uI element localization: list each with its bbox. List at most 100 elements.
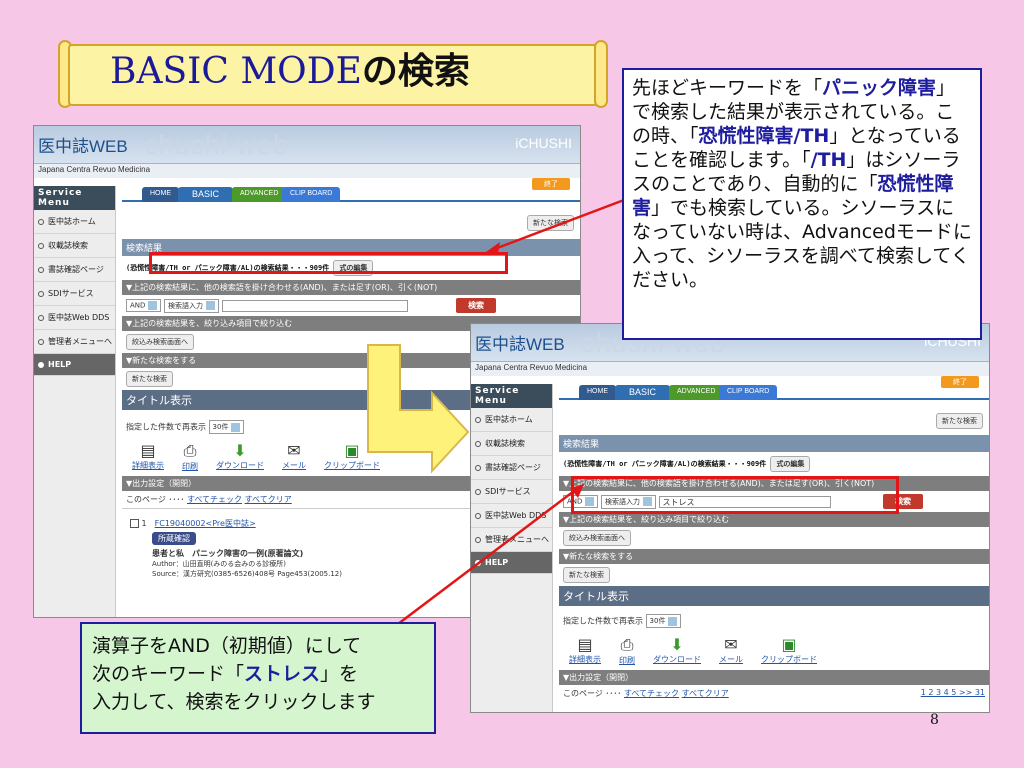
callout-explanation: 先ほどキーワードを「パニック障害」で検索した結果が表示されている。この時、「恐慌… xyxy=(622,68,982,340)
record-checkbox[interactable] xyxy=(130,519,139,528)
tab-home[interactable]: HOME xyxy=(579,385,616,400)
new-search-button[interactable]: 新たな検索 xyxy=(527,215,574,231)
tab-basic[interactable]: BASIC xyxy=(178,187,234,202)
bullet-icon xyxy=(38,361,44,368)
instruction-line-2: 次のキーワード「ストレス」を xyxy=(92,663,359,685)
instruction-line-1: 演算子をAND（初期値）にして xyxy=(92,635,362,657)
new-search-bar[interactable]: ▼新たな検索をする xyxy=(559,549,989,564)
tab-advanced[interactable]: ADVANCED xyxy=(232,187,287,202)
scroll-roll-right xyxy=(594,40,608,108)
tab-basic[interactable]: BASIC xyxy=(615,385,671,400)
main-content: HOME BASIC ADVANCED CLIP BOARD 終了 新たな検索 … xyxy=(559,376,989,712)
print-button[interactable]: ⎙ 印刷 xyxy=(619,635,635,666)
bullet-icon xyxy=(475,464,481,471)
tab-advanced[interactable]: ADVANCED xyxy=(669,385,724,400)
tab-clipboard[interactable]: CLIP BOARD xyxy=(282,187,341,202)
operator-select[interactable]: AND xyxy=(126,299,162,312)
site-subtitle: Japana Centra Revuo Medicina xyxy=(471,362,989,376)
bullet-icon xyxy=(475,416,481,423)
menu-item-admin[interactable]: 管理者メニューへ xyxy=(471,528,552,552)
record-id-link[interactable]: FC19040002<Pre医中誌> xyxy=(155,519,256,528)
service-menu-heading: Service Menu xyxy=(34,186,115,210)
holding-check-button[interactable]: 所蔵確認 xyxy=(152,532,196,545)
mode-tabs: HOME BASIC ADVANCED CLIP BOARD 終了 xyxy=(559,376,989,400)
printer-icon: ⎙ xyxy=(183,441,197,460)
bullet-icon xyxy=(475,512,481,519)
redisplay-row: 指定した件数で再表示 30件 xyxy=(559,606,989,631)
page-actions: このページ ････ すべてチェック すべてクリア 1 2 3 4 5 >> 3… xyxy=(563,688,985,698)
brand-logo: iCHUSHI xyxy=(515,135,572,151)
callout-instruction: 演算子をAND（初期値）にして 次のキーワード「ストレス」を 入力して、検索をク… xyxy=(80,622,436,734)
end-button[interactable]: 終了 xyxy=(941,376,979,388)
chevron-down-icon xyxy=(205,301,215,310)
detail-view-button[interactable]: ▤ 詳細表示 xyxy=(569,635,601,666)
menu-item-admin[interactable]: 管理者メニューへ xyxy=(34,330,115,354)
download-button[interactable]: ⬇ ダウンロード xyxy=(653,635,701,666)
field-select[interactable]: 検索語入力 xyxy=(163,298,219,313)
document-icon: ▤ xyxy=(140,441,156,460)
menu-item-dds[interactable]: 医中誌Web DDS xyxy=(471,504,552,528)
menu-item-sdi[interactable]: SDIサービス xyxy=(471,480,552,504)
bullet-icon xyxy=(38,266,44,273)
site-logo[interactable]: 医中誌WEB xyxy=(38,132,128,157)
count-select[interactable]: 30件 xyxy=(645,614,682,628)
mail-button[interactable]: ✉ メール xyxy=(719,635,743,666)
print-button[interactable]: ⎙ 印刷 xyxy=(182,441,198,472)
menu-item-bibliography[interactable]: 書誌確認ページ xyxy=(34,258,115,282)
menu-item-bibliography[interactable]: 書誌確認ページ xyxy=(471,456,552,480)
menu-item-home[interactable]: 医中誌ホーム xyxy=(34,210,115,234)
new-search-button-2[interactable]: 新たな検索 xyxy=(126,371,173,387)
results-bar: 検索結果 xyxy=(559,435,989,452)
download-icon: ⬇ xyxy=(233,441,247,460)
detail-view-button[interactable]: ▤ 詳細表示 xyxy=(132,441,164,472)
combine-bar[interactable]: ▼上記の検索結果に、他の検索語を掛け合わせる(AND)、または足す(OR)、引く… xyxy=(122,280,580,295)
check-all-link[interactable]: すべてチェック xyxy=(187,495,242,504)
narrow-bar[interactable]: ▼上記の検索結果を、絞り込み項目で絞り込む xyxy=(559,512,989,527)
new-search-button-2[interactable]: 新たな検索 xyxy=(563,567,610,583)
narrow-search-button[interactable]: 絞込み検索画面へ xyxy=(126,334,194,350)
site-header: 医中誌WEB chushi web iCHUSHI xyxy=(34,126,580,164)
document-icon: ▤ xyxy=(577,635,593,654)
clipboard-button[interactable]: ▣ クリップボード xyxy=(761,635,817,666)
menu-item-help[interactable]: HELP xyxy=(34,354,115,376)
clear-all-link[interactable]: すべてクリア xyxy=(682,689,729,698)
service-menu-heading: Service Menu xyxy=(471,384,552,408)
check-all-link[interactable]: すべてチェック xyxy=(624,689,679,698)
narrow-search-button[interactable]: 絞込み検索画面へ xyxy=(563,530,631,546)
site-subtitle: Japana Centra Revuo Medicina xyxy=(34,164,580,178)
bullet-icon xyxy=(38,290,44,297)
site-logo[interactable]: 医中誌WEB xyxy=(475,330,565,355)
keyword-panic: パニック障害 xyxy=(822,77,937,99)
clear-all-link[interactable]: すべてクリア xyxy=(245,495,292,504)
tab-clipboard[interactable]: CLIP BOARD xyxy=(719,385,778,400)
instruction-line-3: 入力して、検索をクリックします xyxy=(92,691,376,713)
download-icon: ⬇ xyxy=(670,635,684,654)
new-search-button[interactable]: 新たな検索 xyxy=(936,413,983,429)
clipboard-icon: ▣ xyxy=(344,441,360,460)
edit-formula-button[interactable]: 式の編集 xyxy=(770,456,811,472)
menu-item-dds[interactable]: 医中誌Web DDS xyxy=(34,306,115,330)
title-latin: BASIC MODE xyxy=(110,51,362,92)
menu-item-sdi[interactable]: SDIサービス xyxy=(34,282,115,306)
count-select[interactable]: 30件 xyxy=(208,420,245,434)
menu-item-journals[interactable]: 収載誌検索 xyxy=(34,234,115,258)
pagination-links[interactable]: 1 2 3 4 5 >> 31 xyxy=(921,688,985,697)
menu-item-home[interactable]: 医中誌ホーム xyxy=(471,408,552,432)
bullet-icon xyxy=(475,536,481,543)
chevron-down-icon xyxy=(231,422,241,432)
menu-item-journals[interactable]: 収載誌検索 xyxy=(471,432,552,456)
menu-item-help[interactable]: HELP xyxy=(471,552,552,574)
download-button[interactable]: ⬇ ダウンロード xyxy=(216,441,264,472)
keyword-input[interactable] xyxy=(221,299,408,312)
keyword-thesaurus-term: 恐慌性障害/TH xyxy=(698,125,830,147)
mail-button[interactable]: ✉ メール xyxy=(282,441,306,472)
ghost-logo: chushi web xyxy=(144,130,290,160)
clipboard-button[interactable]: ▣ クリップボード xyxy=(324,441,380,472)
printer-icon: ⎙ xyxy=(620,635,634,654)
chevron-down-icon xyxy=(668,616,678,626)
tab-home[interactable]: HOME xyxy=(142,187,179,202)
output-settings-bar[interactable]: ▼出力設定（開閉） xyxy=(559,670,989,685)
combine-row: AND 検索語入力 検索 xyxy=(122,295,580,316)
end-button[interactable]: 終了 xyxy=(532,178,570,190)
search-button[interactable]: 検索 xyxy=(456,298,497,313)
